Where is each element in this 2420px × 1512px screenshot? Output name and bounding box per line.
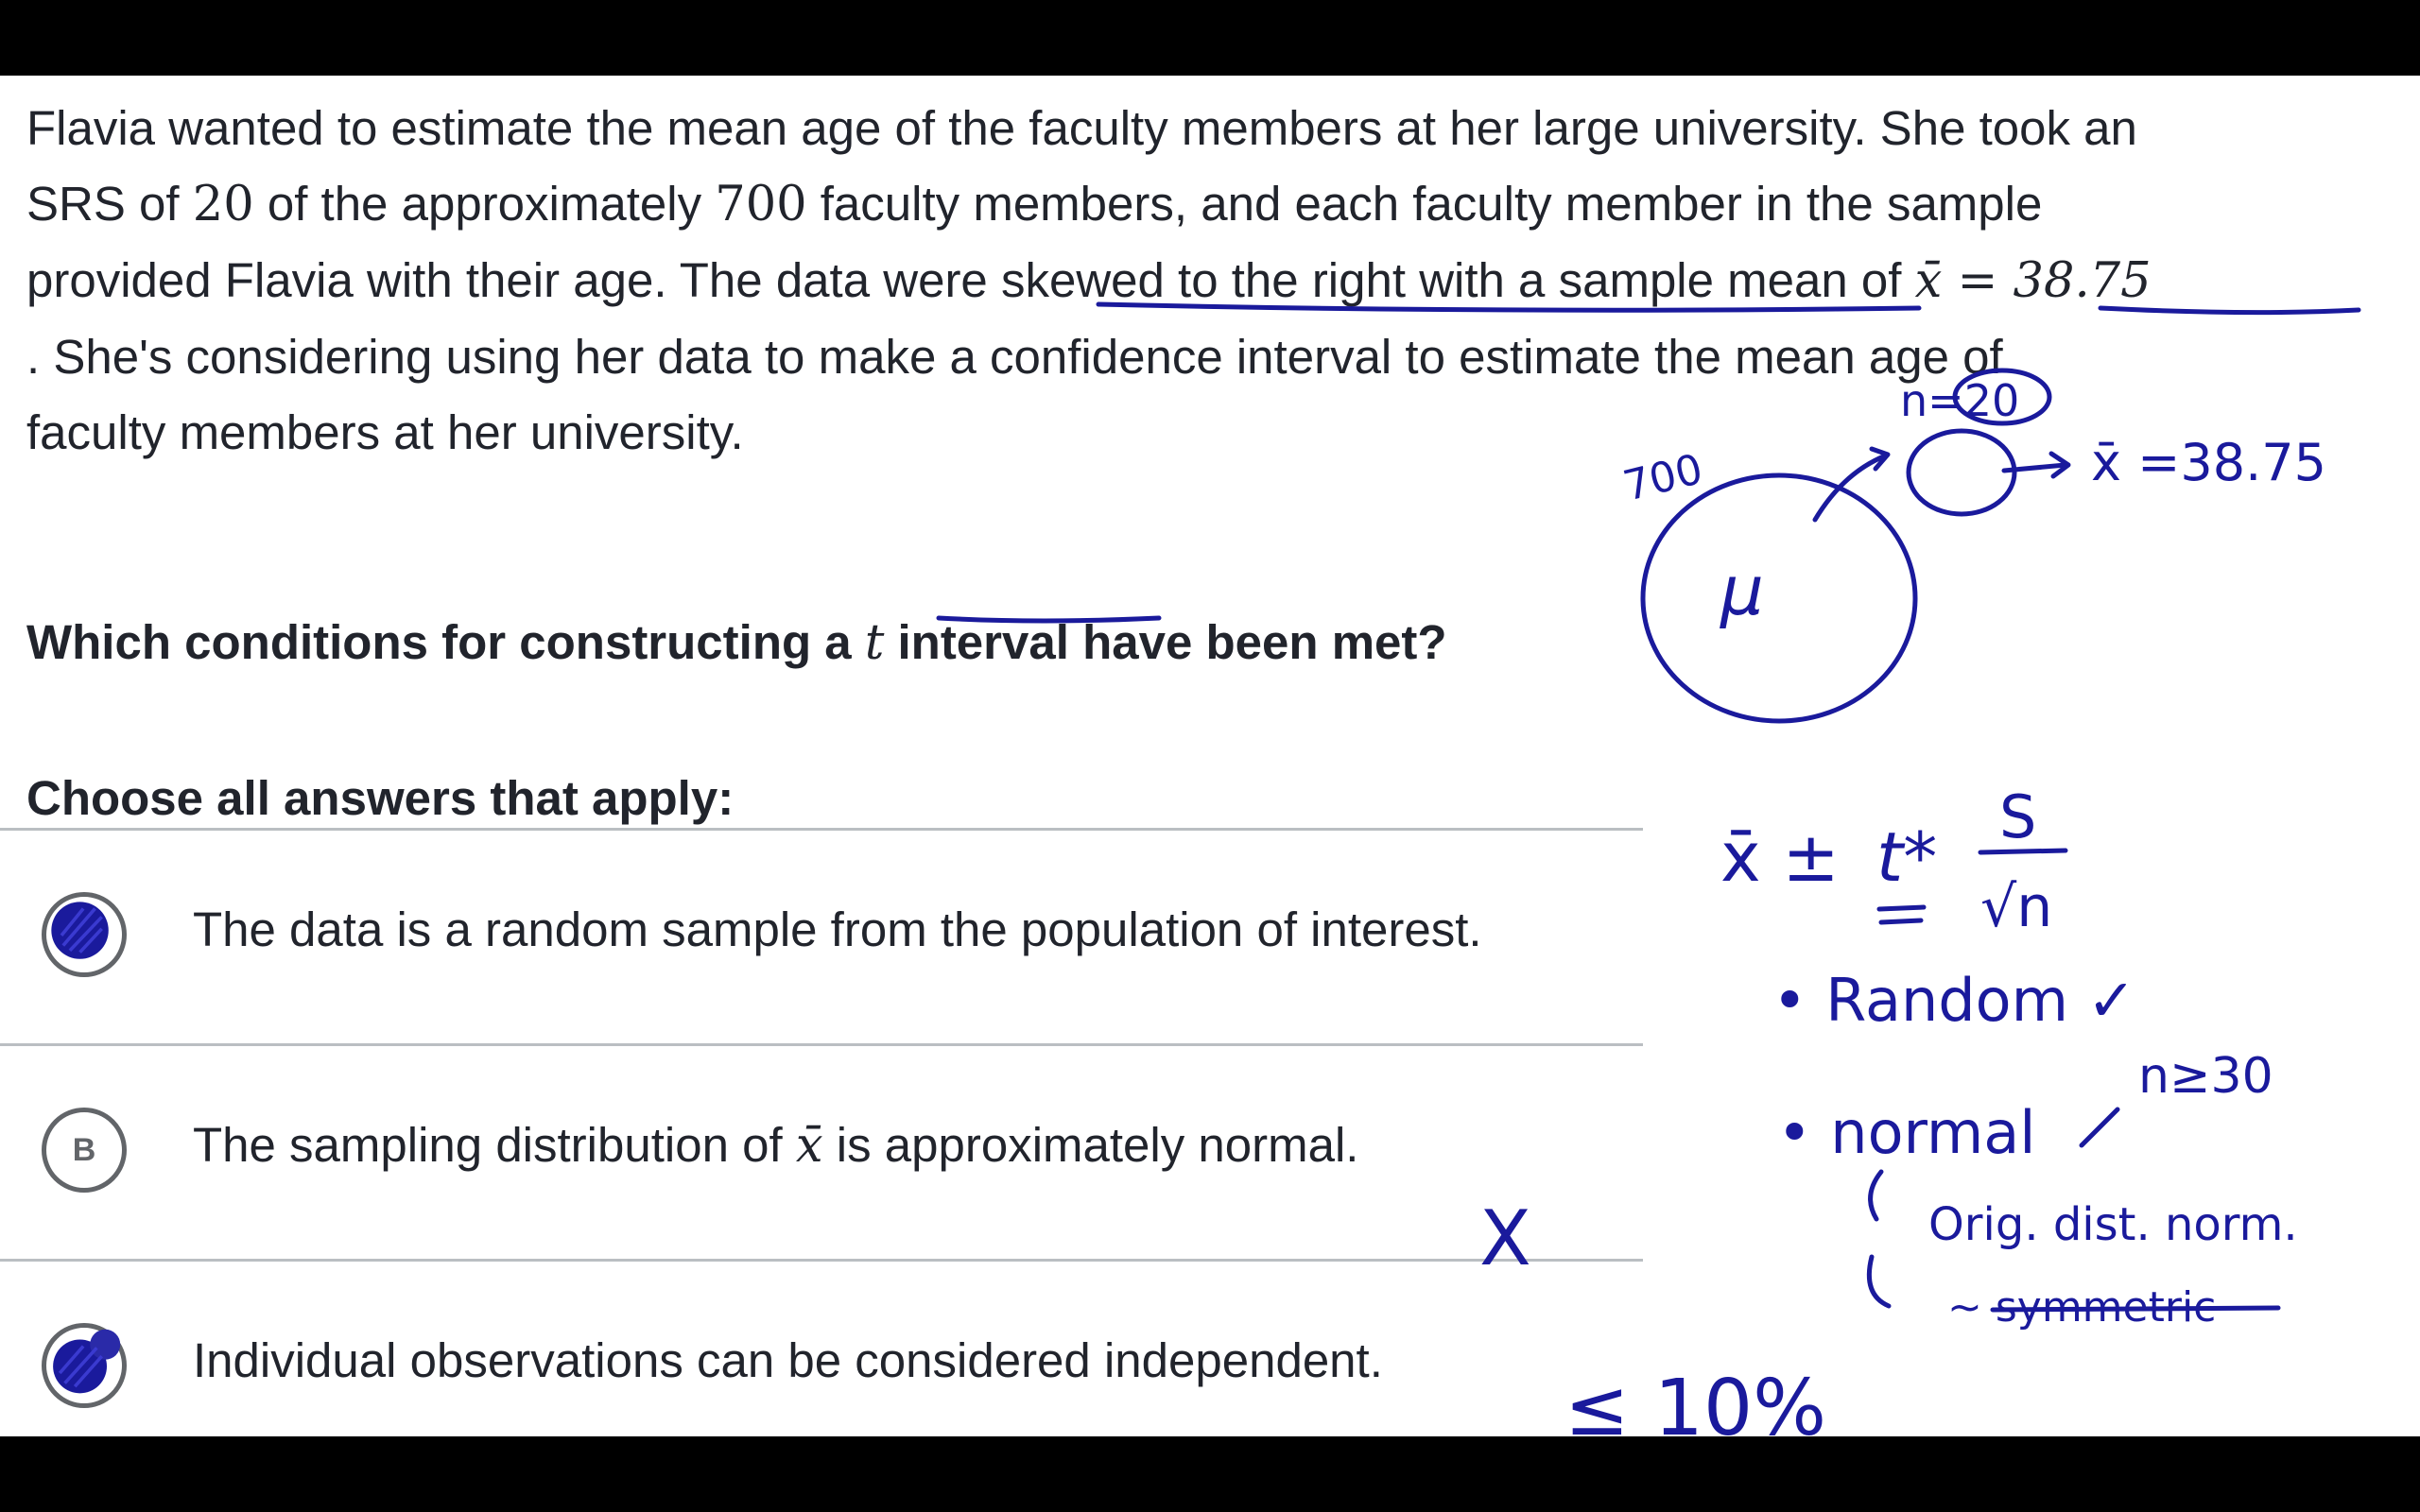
choice-c[interactable]: Individual observations can be considere… xyxy=(0,1261,1643,1436)
t-symbol: t xyxy=(864,615,885,671)
passage-line-4: . She's considering using her data to ma… xyxy=(26,330,2003,384)
formula-xbar: x̄ ± xyxy=(1720,817,1840,897)
choice-a-radio[interactable] xyxy=(42,892,127,977)
formula-sqrt-n: √n xyxy=(1980,874,2052,940)
passage-line-5: faculty members at her university. xyxy=(26,405,744,459)
exercise-area: Flavia wanted to estimate the mean age o… xyxy=(0,76,2420,1436)
choice-a-text: The data is a random sample from the pop… xyxy=(193,902,1482,956)
choose-all-instruction: Choose all answers that apply: xyxy=(26,771,735,825)
choice-b-text: The sampling distribution of x̄ is appro… xyxy=(193,1118,1359,1174)
symmetric-strikethrough xyxy=(1990,1305,2281,1313)
bracket-symmetric xyxy=(1866,1254,1892,1309)
condition-random: • Random ✓ xyxy=(1772,966,2136,1035)
question-prompt: Which conditions for constructing a t in… xyxy=(26,615,1447,671)
choice-b-radio[interactable]: B xyxy=(42,1108,127,1193)
n-at-least-30: n≥30 xyxy=(2138,1048,2273,1105)
x-bar-symbol: x̄ xyxy=(795,1118,823,1174)
formula-s: S xyxy=(1999,782,2036,851)
population-circle xyxy=(1640,472,1918,724)
choice-b[interactable]: B The sampling distribution of x̄ is app… xyxy=(0,1045,1643,1257)
sample-mean-expression: x̄ = 38.75 xyxy=(1914,253,2152,309)
choice-b-letter: B xyxy=(72,1131,96,1168)
choice-a[interactable]: The data is a random sample from the pop… xyxy=(0,830,1643,1041)
population-size-number: 700 xyxy=(715,177,807,232)
problem-passage: Flavia wanted to estimate the mean age o… xyxy=(26,91,2390,471)
bracket-orig xyxy=(1868,1169,1884,1222)
choice-c-text: Individual observations can be considere… xyxy=(193,1333,1383,1387)
choice-c-radio[interactable] xyxy=(42,1323,127,1408)
formula-fraction-bar xyxy=(1978,848,2068,855)
mu-symbol: μ xyxy=(1720,551,1764,630)
scribble-fill-icon xyxy=(51,902,109,959)
passage-line-1: Flavia wanted to estimate the mean age o… xyxy=(26,101,2137,155)
approx-symmetric: ~ symmetric xyxy=(1947,1283,2216,1332)
formula-t-underline xyxy=(1876,904,1927,925)
normal-slash xyxy=(2079,1107,2120,1148)
sample-size-number: 20 xyxy=(192,177,254,232)
orig-dist-normal: Orig. dist. norm. xyxy=(1928,1198,2298,1251)
condition-normal: • normal xyxy=(1777,1098,2036,1167)
passage-line-2: SRS of 20 of the approximately 700 facul… xyxy=(26,177,2043,232)
scribble-fill-icon xyxy=(53,1329,121,1394)
formula-t-star: t* xyxy=(1876,817,1937,897)
passage-line-3: provided Flavia with their age. The data… xyxy=(26,253,2152,309)
